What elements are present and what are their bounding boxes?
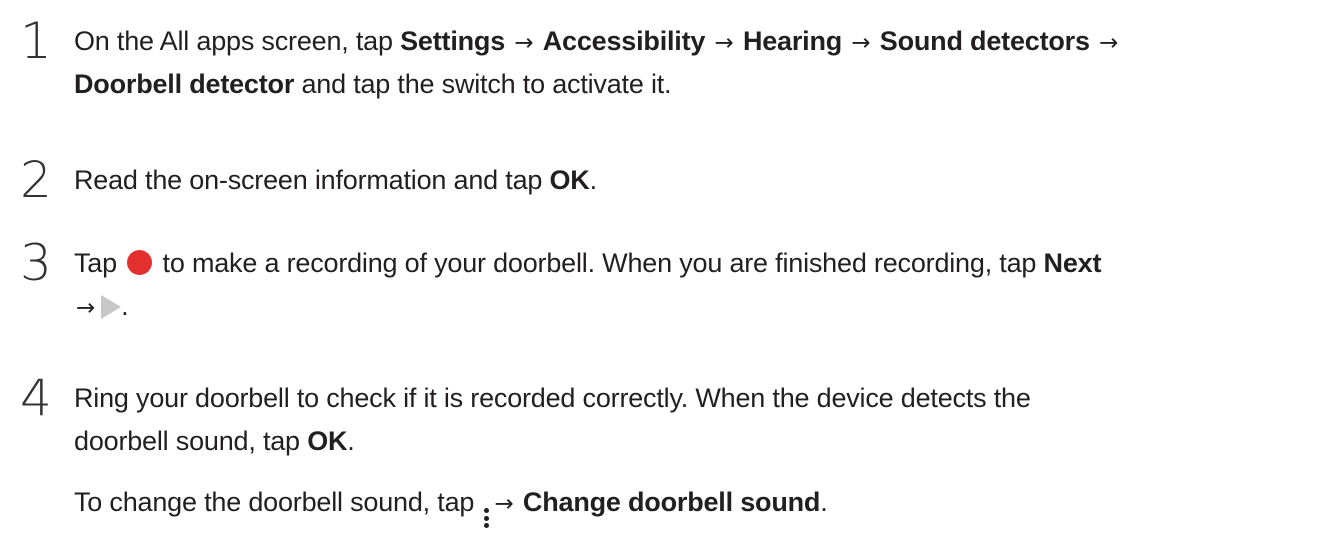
step-text-line: To change the doorbell sound, tap → Chan…	[74, 485, 828, 528]
record-icon	[127, 250, 153, 275]
next-label: Next	[1043, 248, 1102, 278]
step-number: 3	[20, 234, 52, 292]
period: .	[589, 165, 598, 195]
step-text: Tap	[74, 248, 125, 278]
arrow-icon: →	[494, 491, 514, 517]
period: .	[121, 291, 129, 321]
more-options-icon	[484, 508, 490, 528]
arrow-icon: →	[76, 295, 96, 321]
menu-path-item: Hearing	[742, 26, 843, 56]
step-text-line: On the All apps screen, tap Settings → A…	[74, 24, 1120, 60]
step-text: and tap the switch to activate it.	[294, 69, 672, 99]
arrow-icon: →	[714, 30, 734, 56]
ok-label: OK	[549, 165, 590, 195]
arrow-icon: →	[851, 30, 871, 56]
arrow-icon: →	[514, 30, 534, 56]
menu-path-item: Doorbell detector	[74, 69, 295, 99]
period: .	[347, 426, 355, 456]
step-text-line: doorbell sound, tap OK.	[74, 424, 355, 458]
step-text: Read the on-screen information and tap	[74, 165, 550, 195]
play-icon	[101, 295, 122, 319]
menu-path-item: Sound detectors	[879, 26, 1090, 56]
period: .	[820, 487, 828, 517]
step-text-line: →.	[74, 289, 129, 325]
step-text: On the All apps screen, tap	[74, 26, 401, 56]
menu-path-item: Change doorbell sound	[522, 487, 821, 517]
step-text-line: Doorbell detector and tap the switch to …	[74, 67, 672, 101]
step-text: doorbell sound, tap	[74, 426, 308, 456]
step-number: 2	[20, 151, 52, 209]
step-text: To change the doorbell sound, tap	[74, 487, 482, 517]
menu-path-item: Settings	[400, 26, 506, 56]
ok-label: OK	[307, 426, 348, 456]
step-number: 1	[20, 12, 52, 70]
arrow-icon: →	[1099, 30, 1119, 56]
step-text-line: Read the on-screen information and tap O…	[74, 163, 597, 197]
step-text: to make a recording of your doorbell. Wh…	[155, 248, 1044, 278]
step-number: 4	[20, 369, 52, 427]
step-text-line: Ring your doorbell to check if it is rec…	[74, 381, 1031, 415]
menu-path-item: Accessibility	[542, 26, 706, 56]
step-text: Ring your doorbell to check if it is rec…	[74, 383, 1031, 413]
step-text-line: Tap to make a recording of your doorbell…	[74, 246, 1101, 280]
